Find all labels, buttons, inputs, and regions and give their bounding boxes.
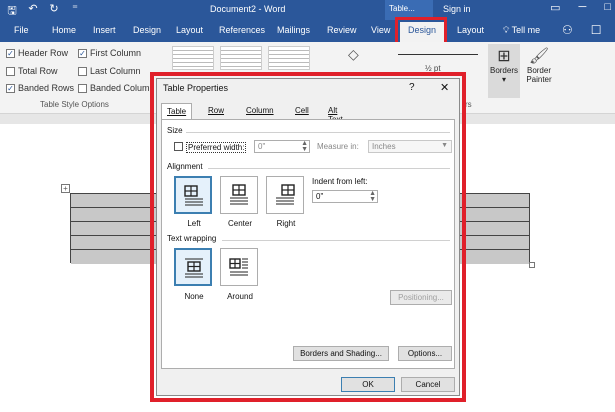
borders-button[interactable]: ⊞ Borders ▾: [488, 44, 520, 98]
ribbon-display-icon[interactable]: ▭: [550, 1, 560, 14]
banded-rows-option[interactable]: ✓ Banded Rows: [6, 83, 74, 93]
total-row-label: Total Row: [18, 66, 58, 76]
header-row-option[interactable]: ✓ Header Row: [6, 48, 68, 58]
border-painter-label-1: Border: [526, 66, 551, 75]
first-column-checkbox[interactable]: ✓: [78, 48, 87, 58]
save-icon[interactable]: 🖫: [6, 2, 18, 21]
account-icons: ⚇ ☐: [562, 23, 602, 37]
table-move-handle[interactable]: +: [61, 184, 70, 193]
window-controls: ▭ ─ □: [550, 1, 611, 14]
title-bar: 🖫 ↶ ↻ ⁼ Document2 - Word Table... Sign i…: [0, 0, 615, 20]
borders-group-label: rs: [465, 100, 472, 109]
tab-home[interactable]: Home: [52, 25, 76, 35]
border-painter-label-2: Painter: [526, 75, 552, 84]
redo-icon[interactable]: ↻: [48, 2, 60, 21]
user-icon[interactable]: ⚇: [562, 23, 573, 37]
header-row-checkbox[interactable]: ✓: [6, 48, 15, 58]
table-resize-handle[interactable]: [529, 262, 535, 268]
tab-file[interactable]: File: [14, 25, 29, 35]
tab-design[interactable]: Design: [133, 25, 161, 35]
tab-layout[interactable]: Layout: [176, 25, 203, 35]
header-row-label: Header Row: [18, 48, 69, 58]
first-column-option[interactable]: ✓ First Column: [78, 48, 141, 58]
last-column-label: Last Column: [90, 66, 141, 76]
last-column-option[interactable]: Last Column: [78, 66, 141, 76]
total-row-checkbox[interactable]: [6, 66, 15, 76]
tell-me-label: Tell me: [511, 25, 541, 35]
tab-references[interactable]: References: [219, 25, 265, 35]
tab-review[interactable]: Review: [327, 25, 357, 35]
table-style-thumbnail[interactable]: [268, 46, 310, 70]
banded-rows-checkbox[interactable]: ✓: [6, 83, 15, 93]
tab-mailings[interactable]: Mailings: [277, 25, 310, 35]
tab-view[interactable]: View: [371, 25, 390, 35]
ribbon-tab-bar: File Home Insert Design Layout Reference…: [0, 20, 615, 42]
tab-table-layout[interactable]: Layout: [457, 25, 484, 35]
table-style-thumbnail[interactable]: [220, 46, 262, 70]
line-style-selector[interactable]: [398, 54, 478, 55]
banded-columns-option[interactable]: Banded Column: [78, 83, 155, 93]
tell-me-box[interactable]: 💡︎ Tell me: [503, 25, 540, 36]
borders-label: Borders: [489, 66, 518, 75]
total-row-option[interactable]: Total Row: [6, 66, 58, 76]
tab-insert[interactable]: Insert: [93, 25, 116, 35]
share-icon[interactable]: ☐: [591, 23, 602, 37]
banded-rows-label: Banded Rows: [18, 83, 75, 93]
brush-icon: 🖌︎: [528, 48, 550, 65]
quick-access-toolbar: 🖫 ↶ ↻ ⁼: [6, 2, 81, 21]
maximize-icon[interactable]: □: [604, 1, 611, 14]
borders-icon: ⊞: [497, 48, 511, 65]
table-style-options-group-label: Table Style Options: [40, 100, 109, 109]
banded-columns-label: Banded Column: [90, 83, 155, 93]
minimize-icon[interactable]: ─: [579, 1, 587, 14]
table-style-thumbnail[interactable]: [172, 46, 214, 70]
border-painter-button[interactable]: 🖌︎ Border Painter: [522, 44, 556, 98]
banded-columns-checkbox[interactable]: [78, 83, 87, 93]
sign-in-link[interactable]: Sign in: [443, 4, 471, 14]
lightbulb-icon: 💡︎: [503, 25, 510, 35]
dialog-highlight: [150, 72, 466, 402]
first-column-label: First Column: [90, 48, 142, 58]
last-column-checkbox[interactable]: [78, 66, 87, 76]
chevron-down-icon: ▾: [501, 75, 506, 84]
document-title: Document2 - Word: [210, 4, 286, 14]
undo-icon[interactable]: ↶: [27, 2, 39, 21]
customize-qat-icon[interactable]: ⁼: [69, 2, 81, 21]
shading-icon[interactable]: ◇: [348, 46, 370, 68]
